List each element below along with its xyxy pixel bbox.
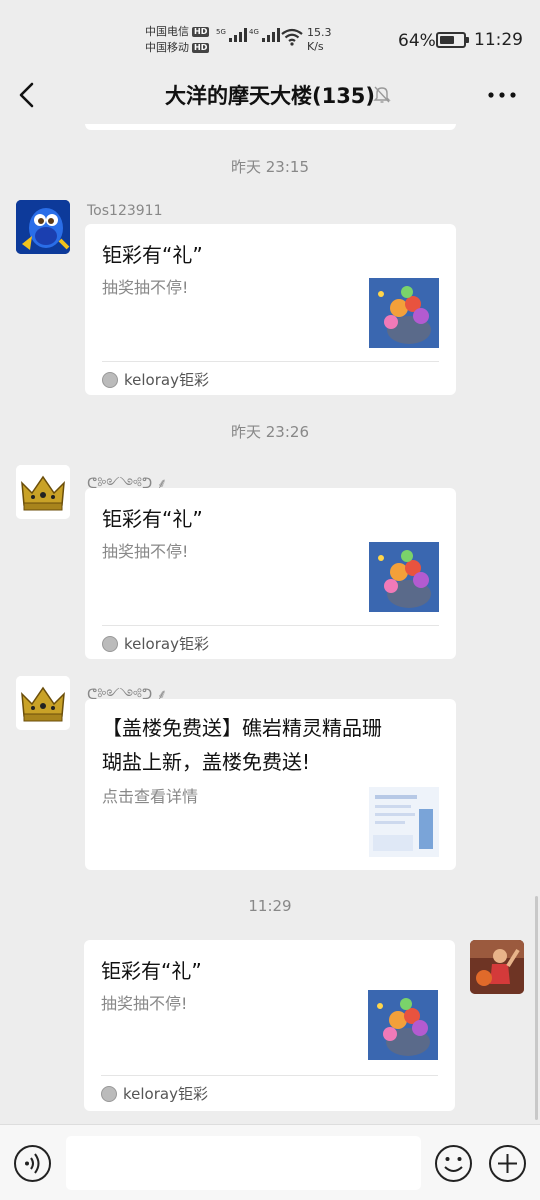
fish-avatar-icon <box>16 200 70 254</box>
card-thumbnail <box>368 990 438 1060</box>
card-title: 钜彩有“礼” <box>102 243 203 267</box>
voice-icon <box>25 1153 40 1174</box>
network-speed: 15.3 K/s <box>307 26 332 53</box>
avatar[interactable] <box>16 200 70 254</box>
message-input[interactable] <box>66 1136 421 1190</box>
card-description: 抽奖抽不停! <box>101 994 188 1013</box>
card-title-line2: 瑚盐上新，盖楼免费送! <box>102 750 311 774</box>
link-card[interactable]: 【盖楼免费送】礁岩精灵精品珊 瑚盐上新，盖楼免费送! 点击查看详情 <box>85 699 456 870</box>
source-name: keloray钜彩 <box>124 371 209 389</box>
card-title-line1: 【盖楼免费送】礁岩精灵精品珊 <box>102 716 382 740</box>
carrier-2: 中国移动 <box>145 41 189 54</box>
card-thumbnail <box>369 278 439 348</box>
source-logo-icon <box>102 371 118 388</box>
card-source: keloray钜彩 <box>101 1083 208 1104</box>
signal-5g-icon: 5G <box>216 28 247 42</box>
hd-badge: HD <box>192 43 210 53</box>
chat-title: 大洋的摩天大楼(135) <box>164 84 376 108</box>
timestamp: 昨天 23:26 <box>231 423 309 441</box>
mini-program-card[interactable]: 钜彩有“礼” 抽奖抽不停! keloray钜彩 <box>85 224 456 395</box>
more-options-icon[interactable] <box>484 80 520 110</box>
voice-input-button[interactable] <box>14 1145 51 1182</box>
battery-percentage: 64% <box>398 31 436 51</box>
card-title: 钜彩有“礼” <box>101 959 202 983</box>
avatar[interactable] <box>16 676 70 730</box>
timestamp: 昨天 23:15 <box>231 158 309 176</box>
chat-message-list[interactable]: 昨天 23:15 Tos123911 钜彩有“礼” 抽奖抽不停! keloray… <box>0 124 540 1124</box>
timestamp: 11:29 <box>248 897 292 915</box>
chat-header: 大洋的摩天大楼(135) <box>0 66 540 124</box>
sender-name: Tos123911 <box>87 203 163 219</box>
hd-badge: HD <box>192 27 210 37</box>
signal-4g-icon: 4G <box>249 28 280 42</box>
card-title: 钜彩有“礼” <box>102 507 203 531</box>
carrier-info: 中国电信 HD 中国移动 HD <box>145 24 210 56</box>
wifi-icon <box>281 28 303 46</box>
mini-program-card[interactable]: 钜彩有“礼” 抽奖抽不停! keloray钜彩 <box>85 488 456 659</box>
status-bar: 中国电信 HD 中国移动 HD 5G 4G 15.3 K/s 64% 11:29 <box>0 0 540 66</box>
mini-program-card[interactable]: 钜彩有“礼” 抽奖抽不停! keloray钜彩 <box>84 940 455 1111</box>
battery-icon <box>436 32 469 48</box>
self-avatar[interactable] <box>470 940 524 994</box>
card-thumbnail <box>369 542 439 612</box>
crown-avatar-icon <box>16 465 70 519</box>
status-time: 11:29 <box>474 30 523 50</box>
more-functions-plus-icon[interactable] <box>488 1144 527 1183</box>
avatar[interactable] <box>16 465 70 519</box>
source-name: keloray钜彩 <box>124 635 209 653</box>
source-logo-icon <box>101 1085 117 1102</box>
card-source: keloray钜彩 <box>102 633 209 654</box>
card-thumbnail <box>369 787 439 857</box>
basketball-player-avatar-icon <box>470 940 524 994</box>
source-name: keloray钜彩 <box>123 1085 208 1103</box>
crown-avatar-icon <box>16 676 70 730</box>
message-input-bar <box>0 1124 540 1200</box>
card-source: keloray钜彩 <box>102 369 209 390</box>
card-description: 抽奖抽不停! <box>102 542 189 561</box>
previous-message-card[interactable] <box>85 124 456 130</box>
emoji-button-icon[interactable] <box>434 1144 473 1183</box>
card-description: 抽奖抽不停! <box>102 278 189 297</box>
carrier-1: 中国电信 <box>145 25 189 38</box>
mute-bell-icon <box>373 86 391 103</box>
battery-fill <box>440 36 455 44</box>
source-logo-icon <box>102 635 118 652</box>
scrollbar[interactable] <box>535 896 538 1120</box>
card-description: 点击查看详情 <box>102 787 199 806</box>
